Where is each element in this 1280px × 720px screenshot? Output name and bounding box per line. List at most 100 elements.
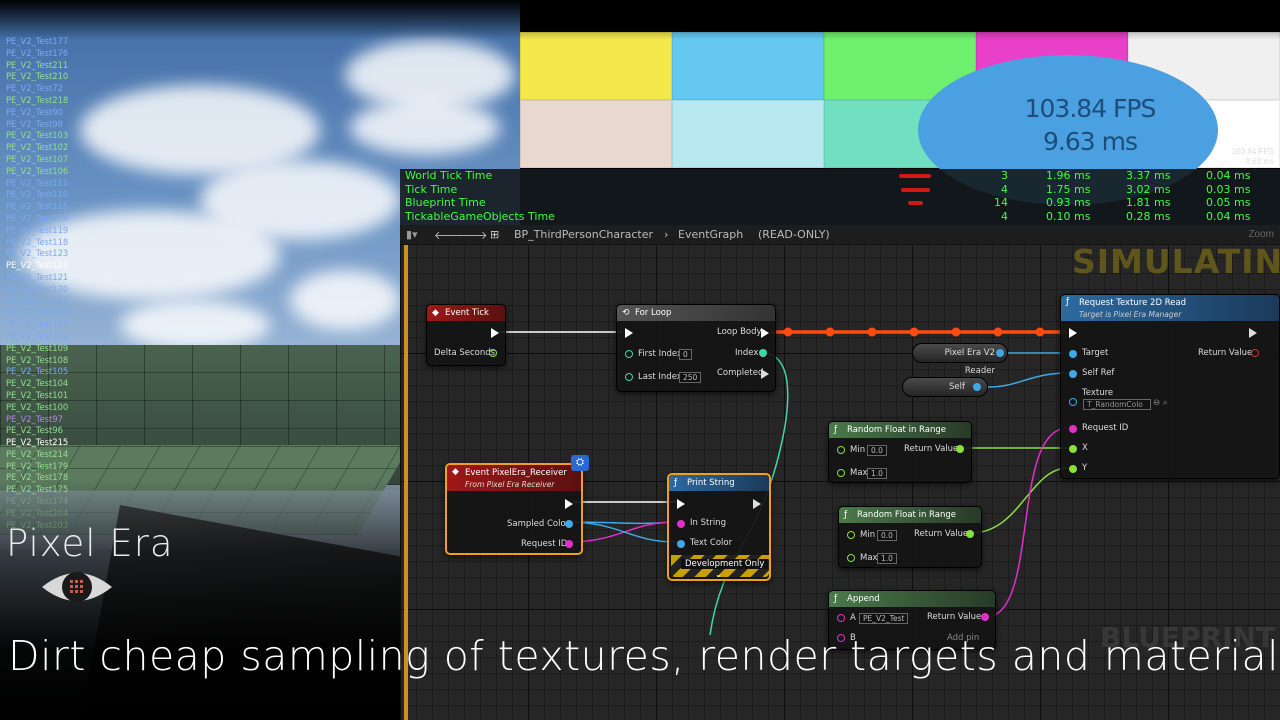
cloud bbox=[120, 300, 270, 350]
last-index-pin[interactable] bbox=[625, 373, 633, 381]
self-out-pin[interactable] bbox=[973, 383, 981, 391]
min-input[interactable]: 0.0 bbox=[867, 445, 887, 456]
min-pin[interactable] bbox=[837, 446, 845, 454]
delta-seconds-label: Delta Seconds bbox=[434, 348, 496, 358]
function-icon: ƒ bbox=[834, 425, 838, 435]
print-string-node[interactable]: ƒ Print String In String Text Color Devel… bbox=[667, 473, 771, 581]
node-header: ƒ Print String bbox=[669, 475, 769, 491]
browse-icon[interactable]: ⊖ ⌕ bbox=[1153, 398, 1168, 408]
sampled-color-label: Sampled Color bbox=[507, 519, 570, 529]
return-value-label: Return Value bbox=[904, 444, 959, 454]
stat-max: 0.28 ms bbox=[1126, 209, 1171, 223]
self-ref-label: Self Ref bbox=[1082, 368, 1115, 378]
target-pin[interactable] bbox=[1069, 350, 1077, 358]
request-texture-node[interactable]: ƒ Request Texture 2D Read Target is Pixel… bbox=[1060, 294, 1280, 479]
texture-pin[interactable] bbox=[1069, 398, 1077, 406]
exec-out-pin[interactable] bbox=[565, 499, 573, 509]
event-receiver-node[interactable]: ◆ Event PixelEra_Receiver From Pixel Era … bbox=[445, 455, 589, 555]
variable-out-pin[interactable] bbox=[996, 349, 1004, 357]
test-name-item: PE_V2_Test111 bbox=[6, 177, 69, 188]
test-name-list: PE_V2_Test177 PE_V2_Test176 PE_V2_Test211 P… bbox=[6, 36, 116, 531]
test-name-item: PE_V2_Test101 bbox=[6, 389, 69, 400]
stat-name: TickableGameObjects Time bbox=[405, 209, 555, 223]
texture-selector[interactable]: T_RandomColo bbox=[1083, 399, 1151, 410]
first-index-input[interactable]: 0 bbox=[679, 349, 692, 360]
a-input[interactable]: PE_V2_Test bbox=[859, 613, 909, 624]
cloud bbox=[290, 270, 400, 330]
return-value-pin[interactable] bbox=[981, 613, 989, 621]
request-id-pin[interactable] bbox=[1069, 425, 1077, 433]
test-name-item: PE_V2_Test98 bbox=[6, 118, 63, 129]
test-name-item: PE_V2_Test120 bbox=[6, 283, 69, 294]
request-id-pin[interactable] bbox=[565, 540, 573, 548]
text-color-pin[interactable] bbox=[677, 540, 685, 548]
exec-in-pin[interactable] bbox=[677, 499, 685, 509]
test-name-item: PE_V2_Test214 bbox=[6, 448, 69, 459]
fps-readout: 103.84 FPS 9.63 ms bbox=[1000, 92, 1180, 158]
pixel-era-reader-variable[interactable]: Pixel Era V2 Reader bbox=[912, 343, 1008, 376]
sampled-color-pin[interactable] bbox=[565, 520, 573, 528]
function-icon: ƒ bbox=[844, 510, 848, 520]
test-name-item: PE_V2_Test210 bbox=[6, 71, 69, 82]
random-float-node-2[interactable]: ƒ Random Float in Range Min 0.0 Return Va… bbox=[838, 506, 982, 568]
first-index-label: First Index bbox=[638, 349, 682, 359]
index-pin[interactable] bbox=[759, 349, 767, 357]
exec-in-pin[interactable] bbox=[1069, 328, 1077, 338]
in-string-pin[interactable] bbox=[677, 520, 685, 528]
max-label: Max bbox=[860, 553, 878, 563]
self-variable[interactable]: Self bbox=[902, 377, 988, 397]
return-value-pin[interactable] bbox=[966, 530, 974, 538]
function-icon: ƒ bbox=[1066, 297, 1070, 307]
max-input[interactable]: 1.0 bbox=[877, 553, 897, 564]
node-title: For Loop bbox=[635, 308, 672, 318]
stat-max: 3.02 ms bbox=[1126, 182, 1171, 196]
interface-icon: ⛭ bbox=[571, 455, 589, 471]
last-index-label: Last Index bbox=[638, 372, 682, 382]
stat-unit-panel: World Tick Time 3 1.96 ms 3.37 ms 0.04 ms Tic… bbox=[400, 169, 1280, 225]
y-pin[interactable] bbox=[1069, 465, 1077, 473]
exec-out-pin[interactable] bbox=[753, 499, 761, 509]
return-value-pin[interactable] bbox=[956, 445, 964, 453]
test-name-item: PE_V2_Test116 bbox=[6, 307, 69, 318]
delta-seconds-pin[interactable] bbox=[489, 349, 497, 357]
a-pin[interactable] bbox=[837, 614, 845, 622]
expand-chevron-icon[interactable]: ⌄ bbox=[715, 570, 722, 579]
test-name-item: PE_V2_Test118 bbox=[6, 236, 69, 247]
max-pin[interactable] bbox=[847, 554, 855, 562]
x-pin[interactable] bbox=[1069, 445, 1077, 453]
loop-body-pin[interactable] bbox=[761, 328, 769, 338]
max-label: Max bbox=[850, 468, 868, 478]
min-input[interactable]: 0.0 bbox=[877, 530, 897, 541]
first-index-pin[interactable] bbox=[625, 350, 633, 358]
exec-out-pin[interactable] bbox=[1249, 328, 1257, 338]
min-pin[interactable] bbox=[847, 531, 855, 539]
index-label: Index bbox=[735, 348, 759, 358]
exec-in-pin[interactable] bbox=[625, 328, 633, 338]
test-name-item: PE_V2_Test108 bbox=[6, 354, 69, 365]
frame-time-value: 9.63 ms bbox=[1043, 127, 1138, 156]
completed-pin[interactable] bbox=[761, 369, 769, 379]
random-float-node-1[interactable]: ƒ Random Float in Range Min 0.0 Return Va… bbox=[828, 421, 972, 483]
test-name-item: PE_V2_Test96 bbox=[6, 425, 63, 436]
self-wire bbox=[987, 372, 1069, 388]
max-pin[interactable] bbox=[837, 469, 845, 477]
test-name-item: PE_V2_Test176 bbox=[6, 47, 69, 58]
event-tick-node[interactable]: ◆ Event Tick Delta Seconds bbox=[426, 304, 506, 366]
node-title: Random Float in Range bbox=[857, 510, 956, 520]
node-header: ƒ Request Texture 2D Read Target is Pixel… bbox=[1061, 295, 1279, 321]
last-index-input[interactable]: 250 bbox=[679, 372, 702, 383]
test-name-item: PE_V2_Test97 bbox=[6, 413, 63, 424]
stat-average: 0.10 ms bbox=[1046, 209, 1091, 223]
self-ref-pin[interactable] bbox=[1069, 370, 1077, 378]
max-input[interactable]: 1.0 bbox=[867, 468, 887, 479]
test-name-item: PE_V2_Test175 bbox=[6, 484, 69, 495]
return-value-pin[interactable] bbox=[1251, 349, 1259, 357]
request-id-label: Request ID bbox=[521, 539, 568, 549]
test-name-item: PE_V2_Test110 bbox=[6, 189, 69, 200]
tagline: Dirt cheap sampling of textures, render … bbox=[8, 632, 1280, 680]
for-loop-node[interactable]: ⟲ For Loop Loop Body First Index 0 Index … bbox=[616, 304, 776, 392]
node-title: Event PixelEra_Receiver bbox=[465, 468, 567, 478]
exec-out-pin[interactable] bbox=[491, 328, 499, 338]
node-title: Random Float in Range bbox=[847, 425, 946, 435]
function-icon: ƒ bbox=[834, 594, 838, 604]
